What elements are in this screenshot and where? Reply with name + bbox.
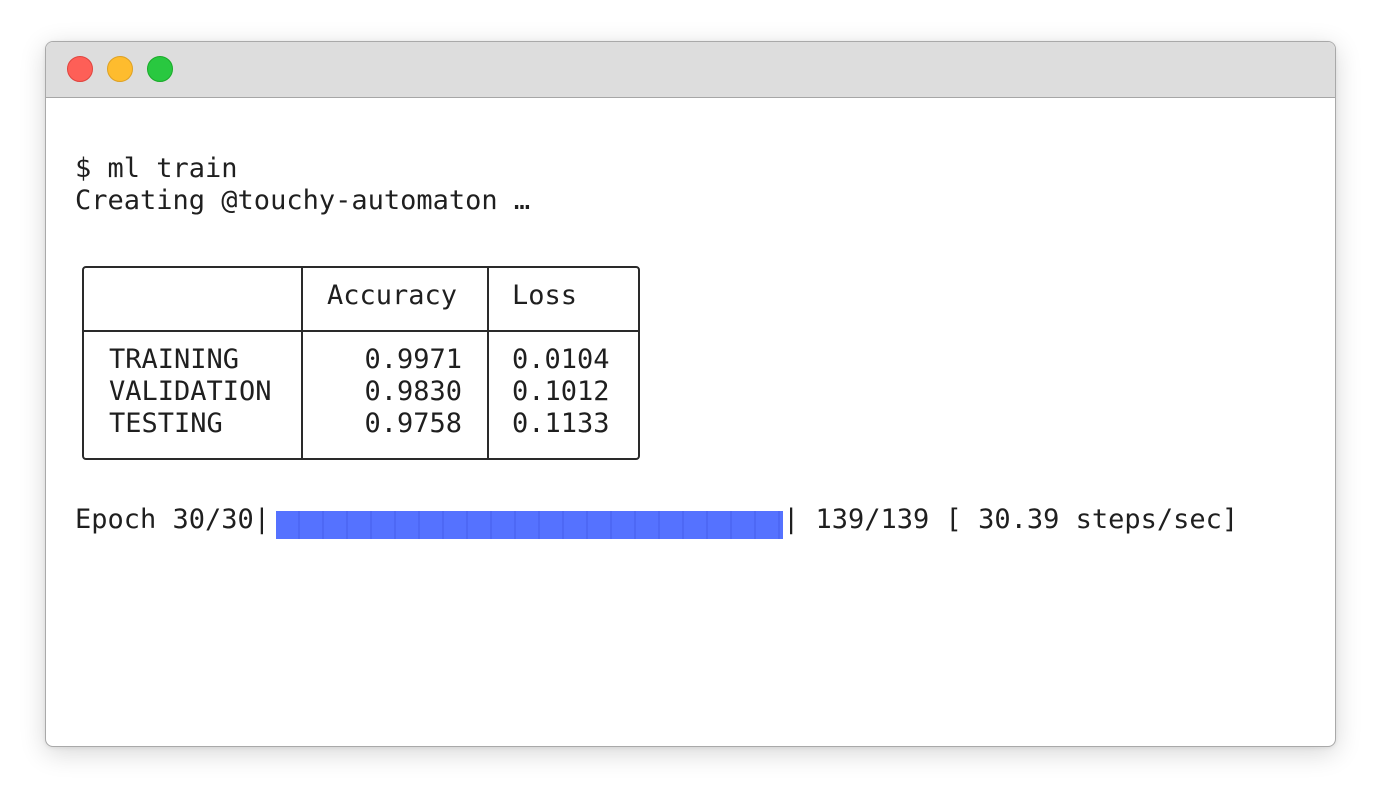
table-header-accuracy: Accuracy [327,280,458,311]
loss-training: 0.0104 [512,344,610,375]
close-button[interactable] [67,56,93,82]
status-line: Creating @touchy-automaton … [75,185,531,216]
zoom-button[interactable] [147,56,173,82]
row-label-training: TRAINING [109,344,240,375]
minimize-button[interactable] [107,56,133,82]
loss-testing: 0.1133 [512,408,610,439]
table-header-loss: Loss [512,280,578,311]
accuracy-training: 0.9971 [364,344,462,375]
terminal-window: $ ml train Creating @touchy-automaton … … [45,41,1336,747]
progress-prefix: Epoch 30/30| [75,504,271,535]
row-label-testing: TESTING [109,408,223,439]
progress-suffix: | 139/139 [ 30.39 steps/sec] [783,504,1239,535]
loss-validation: 0.1012 [512,376,610,407]
results-table: Accuracy Loss TRAINING 0.9971 0.0104 VAL… [82,266,640,460]
progress-bar-fill [276,511,783,539]
row-label-validation: VALIDATION [109,376,272,407]
title-bar[interactable] [46,42,1335,98]
table-header-divider [84,330,638,332]
accuracy-validation: 0.9830 [364,376,462,407]
terminal-output[interactable]: $ ml train Creating @touchy-automaton … … [46,98,1335,746]
prompt-line: $ ml train [75,153,238,184]
accuracy-testing: 0.9758 [364,408,462,439]
progress-bar [276,511,783,539]
table-divider [301,268,303,458]
table-divider [487,268,489,458]
